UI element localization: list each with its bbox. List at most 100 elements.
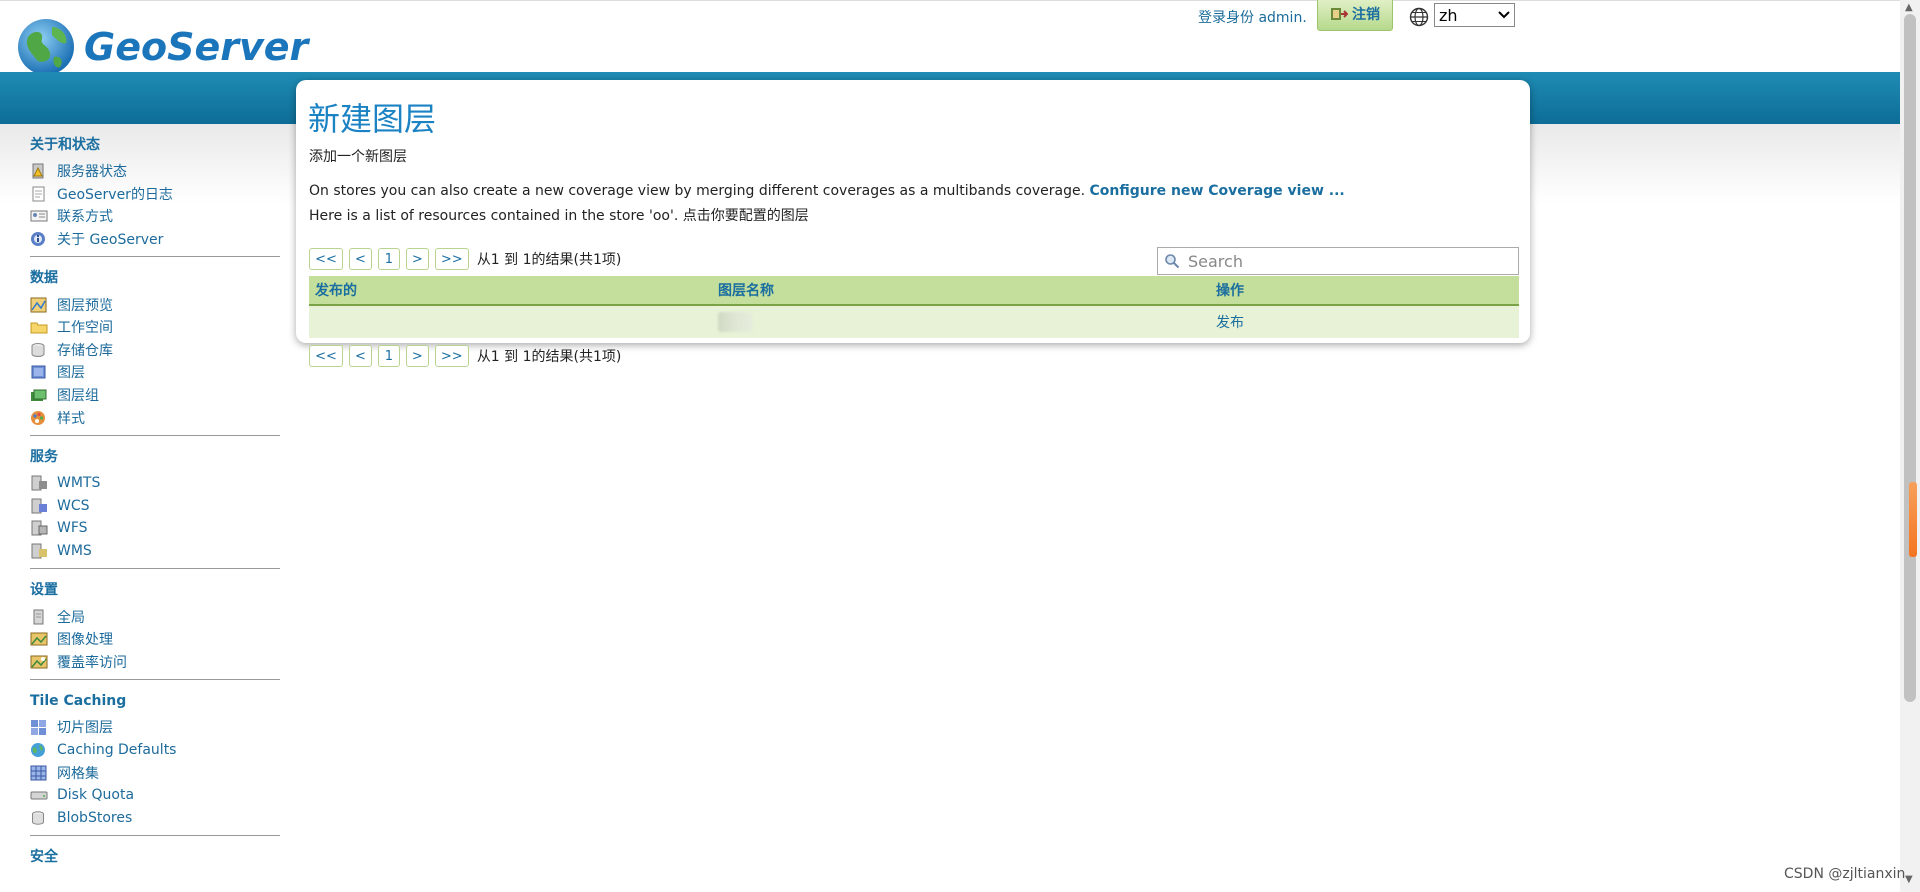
last-page-button[interactable]: >> <box>434 248 469 270</box>
search-input[interactable]: Search <box>1157 247 1519 275</box>
sidebar-section: 数据图层预览工作空间 存储仓库图层图层组 样式 <box>30 267 280 436</box>
column-layer-name[interactable]: 图层名称 <box>712 280 1209 300</box>
search-icon <box>1165 254 1180 269</box>
sidebar-item[interactable]: 图层预览 <box>30 293 280 316</box>
image-processing-icon <box>30 631 48 647</box>
geoserver-logo[interactable]: GeoServer <box>14 15 308 79</box>
layer-group-icon <box>30 387 48 403</box>
sidebar-section: 服务 WMTS WCS WFS WMS <box>30 446 280 570</box>
page-title: 新建图层 <box>308 100 437 138</box>
page-number-button[interactable]: 1 <box>377 248 400 270</box>
sidebar-item-label: 覆盖率访问 <box>57 654 127 671</box>
log-document-icon <box>30 186 48 202</box>
login-status: 登录身份 admin. <box>1198 10 1307 26</box>
table-header: 发布的 图层名称 操作 <box>309 276 1519 306</box>
service-wmts-icon <box>30 475 48 491</box>
sidebar-item[interactable]: BlobStores <box>30 806 280 829</box>
sidebar-item[interactable]: 全局 <box>30 605 280 628</box>
scroll-down-icon[interactable]: ▼ <box>1905 874 1913 885</box>
language-globe-icon <box>1409 7 1429 27</box>
coverage-view-text: On stores you can also create a new cove… <box>309 183 1086 199</box>
vertical-scrollbar[interactable]: ▲ ▼ <box>1900 0 1920 892</box>
sidebar-section-title: 服务 <box>30 448 58 465</box>
next-page-button[interactable]: > <box>405 345 429 367</box>
sidebar-item-label: WMTS <box>57 475 101 492</box>
layer-name-cell <box>712 312 1209 332</box>
sidebar-section: 设置 全局 图像处理 覆盖率访问 <box>30 579 280 681</box>
sidebar-item[interactable]: WFS <box>30 517 280 540</box>
chevron-down-icon <box>1498 11 1510 19</box>
content-panel: 新建图层 添加一个新图层 On stores you can also crea… <box>296 80 1530 343</box>
sidebar-item[interactable]: 图像处理 <box>30 628 280 651</box>
first-page-button[interactable]: << <box>309 248 343 270</box>
sidebar-item-label: WFS <box>57 520 88 537</box>
layer-preview-icon <box>30 297 48 313</box>
column-published[interactable]: 发布的 <box>309 280 712 300</box>
sidebar-item[interactable]: 服务器状态 <box>30 160 280 183</box>
sidebar-item-label: 网格集 <box>57 765 99 782</box>
tile-layers-icon <box>30 719 48 736</box>
sidebar-item-label: 图像处理 <box>57 632 113 649</box>
prev-page-button[interactable]: < <box>349 345 372 367</box>
scroll-up-icon[interactable]: ▲ <box>1905 2 1913 13</box>
language-value: zh <box>1439 5 1458 25</box>
sidebar-item-label: 图层预览 <box>57 297 113 314</box>
sidebar-item[interactable]: WMTS <box>30 472 280 495</box>
sidebar-item-label: 关于 GeoServer <box>57 232 164 249</box>
sidebar-item[interactable]: WMS <box>30 540 280 563</box>
sidebar-section: Tile Caching 切片图层 Caching Defaults 网格集 Disk … <box>30 690 280 837</box>
sidebar-item[interactable]: 切片图层 <box>30 716 280 739</box>
sidebar-item[interactable]: 联系方式 <box>30 205 280 228</box>
scrollbar-thumb[interactable] <box>1904 14 1916 702</box>
page-subtitle: 添加一个新图层 <box>309 149 407 165</box>
logout-label: 注销 <box>1352 7 1380 23</box>
sidebar-section-title: 数据 <box>30 270 58 287</box>
sidebar-item[interactable]: 工作空间 <box>30 316 280 339</box>
column-action: 操作 <box>1216 283 1244 299</box>
sidebar-item[interactable]: Caching Defaults <box>30 739 280 762</box>
scroll-marker <box>1909 482 1917 557</box>
layer-icon <box>30 364 48 380</box>
sidebar-item-label: 图层 <box>57 365 85 382</box>
prev-page-button[interactable]: < <box>349 248 372 270</box>
sidebar-item[interactable]: GeoServer的日志 <box>30 183 280 206</box>
language-select[interactable]: zh <box>1434 3 1515 27</box>
gridset-icon <box>30 765 48 781</box>
logout-button[interactable]: 注销 <box>1317 0 1393 31</box>
brand-name: GeoServer <box>84 25 309 69</box>
caching-globe-icon <box>30 742 48 758</box>
configure-coverage-view-link[interactable]: Configure new Coverage view ... <box>1090 183 1345 199</box>
sidebar-item-label: Caching Defaults <box>57 741 177 758</box>
global-settings-icon <box>30 609 48 625</box>
sidebar-item[interactable]: 存储仓库 <box>30 339 280 362</box>
table-row: 发布 <box>309 306 1519 338</box>
sidebar-item[interactable]: 网格集 <box>30 761 280 784</box>
sidebar-item-label: 服务器状态 <box>57 164 127 181</box>
service-wcs-icon <box>30 498 48 514</box>
service-wfs-icon <box>30 520 48 536</box>
store-resources-info: Here is a list of resources contained in… <box>309 208 809 224</box>
sidebar-item[interactable]: Disk Quota <box>30 784 280 807</box>
sidebar-item[interactable]: 图层组 <box>30 384 280 407</box>
page-number-button[interactable]: 1 <box>377 345 400 367</box>
sidebar-item[interactable]: 图层 <box>30 361 280 384</box>
about-info-icon <box>30 231 48 247</box>
last-page-button[interactable]: >> <box>434 345 469 367</box>
globe-logo-icon <box>18 19 74 75</box>
first-page-button[interactable]: << <box>309 345 343 367</box>
sidebar-item[interactable]: 样式 <box>30 406 280 429</box>
publish-link[interactable]: 发布 <box>1209 312 1519 332</box>
sidebar-item[interactable]: WCS <box>30 495 280 518</box>
service-wms-icon <box>30 543 48 559</box>
sidebar-item[interactable]: 覆盖率访问 <box>30 651 280 674</box>
sidebar-section-title: Tile Caching <box>30 693 127 710</box>
sidebar: 关于和状态 服务器状态 GeoServer的日志 联系方式 关于 GeoServer 数据… <box>30 134 280 888</box>
next-page-button[interactable]: > <box>405 248 429 270</box>
sidebar-item-label: 全局 <box>57 609 85 626</box>
sidebar-item-label: BlobStores <box>57 809 133 826</box>
header: GeoServer 登录身份 admin. 注销 zh <box>0 0 1900 75</box>
sidebar-item-label: WCS <box>57 497 90 514</box>
sidebar-item-label: Disk Quota <box>57 787 135 804</box>
sidebar-item[interactable]: 关于 GeoServer <box>30 228 280 251</box>
server-status-icon <box>30 163 48 179</box>
